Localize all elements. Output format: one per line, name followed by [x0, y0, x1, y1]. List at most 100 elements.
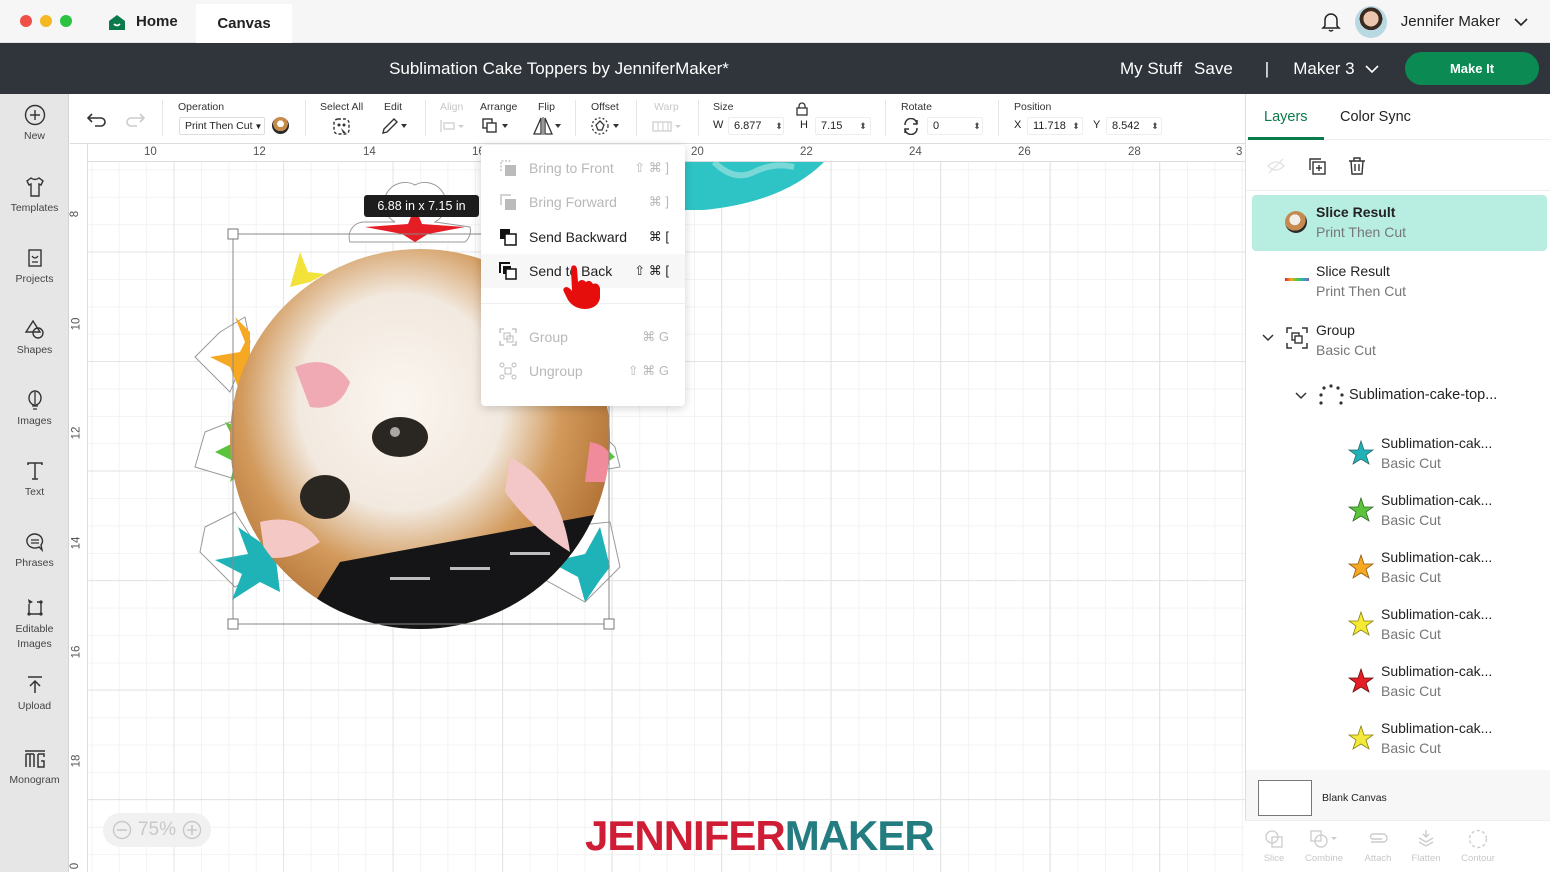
layer-row-star[interactable]: Sublimation-cak... Basic Cut [1252, 487, 1547, 543]
sidebar-label: Projects [15, 273, 54, 285]
pencil-icon[interactable] [381, 117, 409, 135]
send-backward-icon [500, 229, 517, 246]
undo-icon[interactable] [87, 111, 107, 127]
menu-item-ungroup[interactable]: Ungroup ⇧ ⌘ G [481, 354, 685, 388]
logo-text-red: JENNIFER [585, 812, 786, 859]
position-x-stepper[interactable]: ⬍ [1071, 117, 1081, 135]
operation-select[interactable]: Print Then Cut ▼ [179, 117, 265, 135]
layer-row[interactable]: Slice Result Print Then Cut [1252, 254, 1547, 310]
user-area: Jennifer Maker [1320, 0, 1528, 43]
arrange-icon[interactable] [482, 118, 510, 134]
rotate-stepper[interactable]: ⬍ [972, 117, 982, 135]
sidebar-item-editable-images[interactable]: Editable Images [0, 596, 69, 652]
layer-row-selected[interactable]: Slice Result Print Then Cut [1252, 195, 1547, 251]
layer-row-star[interactable]: Sublimation-cak... Basic Cut [1252, 544, 1547, 600]
user-name[interactable]: Jennifer Maker [1401, 13, 1500, 30]
make-it-button[interactable]: Make It [1405, 52, 1539, 85]
minimize-window-button[interactable] [40, 15, 52, 27]
edit-label: Edit [384, 101, 403, 113]
combine-button[interactable]: Combine [1299, 829, 1349, 864]
star-icon [1348, 668, 1374, 693]
ungroup-icon [499, 362, 517, 380]
chevron-down-icon[interactable] [1295, 392, 1307, 400]
menu-item-label: Bring Forward [529, 194, 617, 210]
layer-name: Sublimation-cak... [1381, 720, 1493, 736]
sidebar-item-monogram[interactable]: Monogram [0, 748, 69, 786]
chevron-down-icon[interactable] [1514, 17, 1528, 27]
sidebar-label: Upload [17, 700, 52, 712]
my-stuff-link[interactable]: My Stuff [1120, 59, 1182, 79]
chevron-down-icon[interactable] [1262, 334, 1274, 342]
bell-icon[interactable] [1320, 11, 1341, 33]
redo-icon[interactable] [125, 111, 145, 127]
height-stepper[interactable]: ⬍ [858, 117, 868, 135]
x-label: X [1014, 119, 1022, 131]
machine-select[interactable]: Maker 3 [1293, 59, 1354, 79]
contour-button[interactable]: Contour [1453, 829, 1503, 864]
rotate-icon [904, 118, 918, 135]
layer-name: Slice Result [1316, 263, 1390, 279]
layer-name: Sublimation-cak... [1381, 663, 1493, 679]
select-all-label: Select All [320, 101, 364, 113]
sidebar-item-projects[interactable]: Projects [0, 247, 69, 285]
tab-layers[interactable]: Layers [1264, 109, 1308, 125]
jennifermaker-logo: JENNIFERMAKER [585, 812, 935, 860]
menu-item-shortcut: ⇧ ⌘ ] [634, 160, 669, 175]
attach-button[interactable]: Attach [1353, 829, 1403, 864]
blank-canvas-row[interactable]: Blank Canvas [1246, 770, 1550, 820]
select-all-icon[interactable] [332, 117, 351, 136]
blank-canvas-swatch[interactable] [1258, 780, 1312, 816]
zoom-out-icon[interactable] [112, 820, 132, 840]
sidebar-item-shapes[interactable]: Shapes [0, 318, 69, 356]
tab-color-sync[interactable]: Color Sync [1340, 109, 1411, 125]
save-button[interactable]: Save [1194, 59, 1233, 79]
layer-operation: Basic Cut [1381, 740, 1441, 756]
layer-name: Sublimation-cak... [1381, 549, 1493, 565]
layer-row-group[interactable]: Group Basic Cut [1252, 313, 1547, 369]
layer-row-star[interactable]: Sublimation-cak... Basic Cut [1252, 658, 1547, 714]
operation-thumbnail[interactable] [272, 117, 289, 134]
chevron-down-icon[interactable] [1365, 64, 1379, 74]
sidebar-item-phrases[interactable]: Phrases [0, 531, 69, 569]
tab-home[interactable]: Home [100, 0, 186, 43]
y-label: Y [1093, 119, 1101, 131]
position-y-value: 8.542 [1112, 120, 1140, 132]
rotate-label: Rotate [901, 101, 932, 113]
position-y-stepper[interactable]: ⬍ [1150, 117, 1160, 135]
flip-label: Flip [538, 101, 555, 113]
close-window-button[interactable] [20, 15, 32, 27]
layer-row-subgroup[interactable]: Sublimation-cake-top... [1252, 372, 1547, 422]
offset-icon[interactable] [591, 117, 621, 135]
tab-home-label: Home [136, 13, 178, 30]
layer-row-star[interactable]: Sublimation-cak... Basic Cut [1252, 715, 1547, 771]
layer-operation: Basic Cut [1381, 512, 1441, 528]
width-stepper[interactable]: ⬍ [774, 117, 784, 135]
user-avatar[interactable] [1354, 5, 1387, 38]
layer-name: Sublimation-cak... [1381, 606, 1493, 622]
header-divider: | [1264, 58, 1270, 78]
duplicate-icon[interactable] [1307, 156, 1327, 176]
menu-item-send-backward[interactable]: Send Backward ⌘ [ [481, 220, 685, 254]
flatten-button[interactable]: Flatten [1401, 829, 1451, 864]
sidebar-item-new[interactable]: New [0, 104, 69, 142]
menu-item-bring-forward[interactable]: Bring Forward ⌘ ] [481, 185, 685, 219]
sidebar-item-upload[interactable]: Upload [0, 674, 69, 712]
delete-icon[interactable] [1347, 156, 1367, 176]
teal-design-shape[interactable] [684, 162, 824, 212]
maximize-window-button[interactable] [60, 15, 72, 27]
menu-item-group[interactable]: Group ⌘ G [481, 320, 685, 354]
layer-row-star[interactable]: Sublimation-cak... Basic Cut [1252, 430, 1547, 486]
tab-canvas[interactable]: Canvas [196, 4, 292, 43]
sidebar-item-text[interactable]: Text [0, 460, 69, 498]
zoom-in-icon[interactable] [182, 820, 202, 840]
sidebar-item-templates[interactable]: Templates [0, 176, 69, 214]
lock-icon[interactable] [796, 102, 808, 116]
layer-operation: Basic Cut [1381, 455, 1441, 471]
sidebar-item-images[interactable]: Images [0, 389, 69, 427]
menu-item-bring-to-front[interactable]: Bring to Front ⇧ ⌘ ] [481, 151, 685, 185]
flip-icon[interactable] [533, 117, 563, 135]
slice-button[interactable]: Slice [1249, 829, 1299, 864]
menu-item-label: Ungroup [529, 363, 583, 379]
menu-item-shortcut: ⇧ ⌘ G [627, 363, 669, 378]
layer-row-star[interactable]: Sublimation-cak... Basic Cut [1252, 601, 1547, 657]
